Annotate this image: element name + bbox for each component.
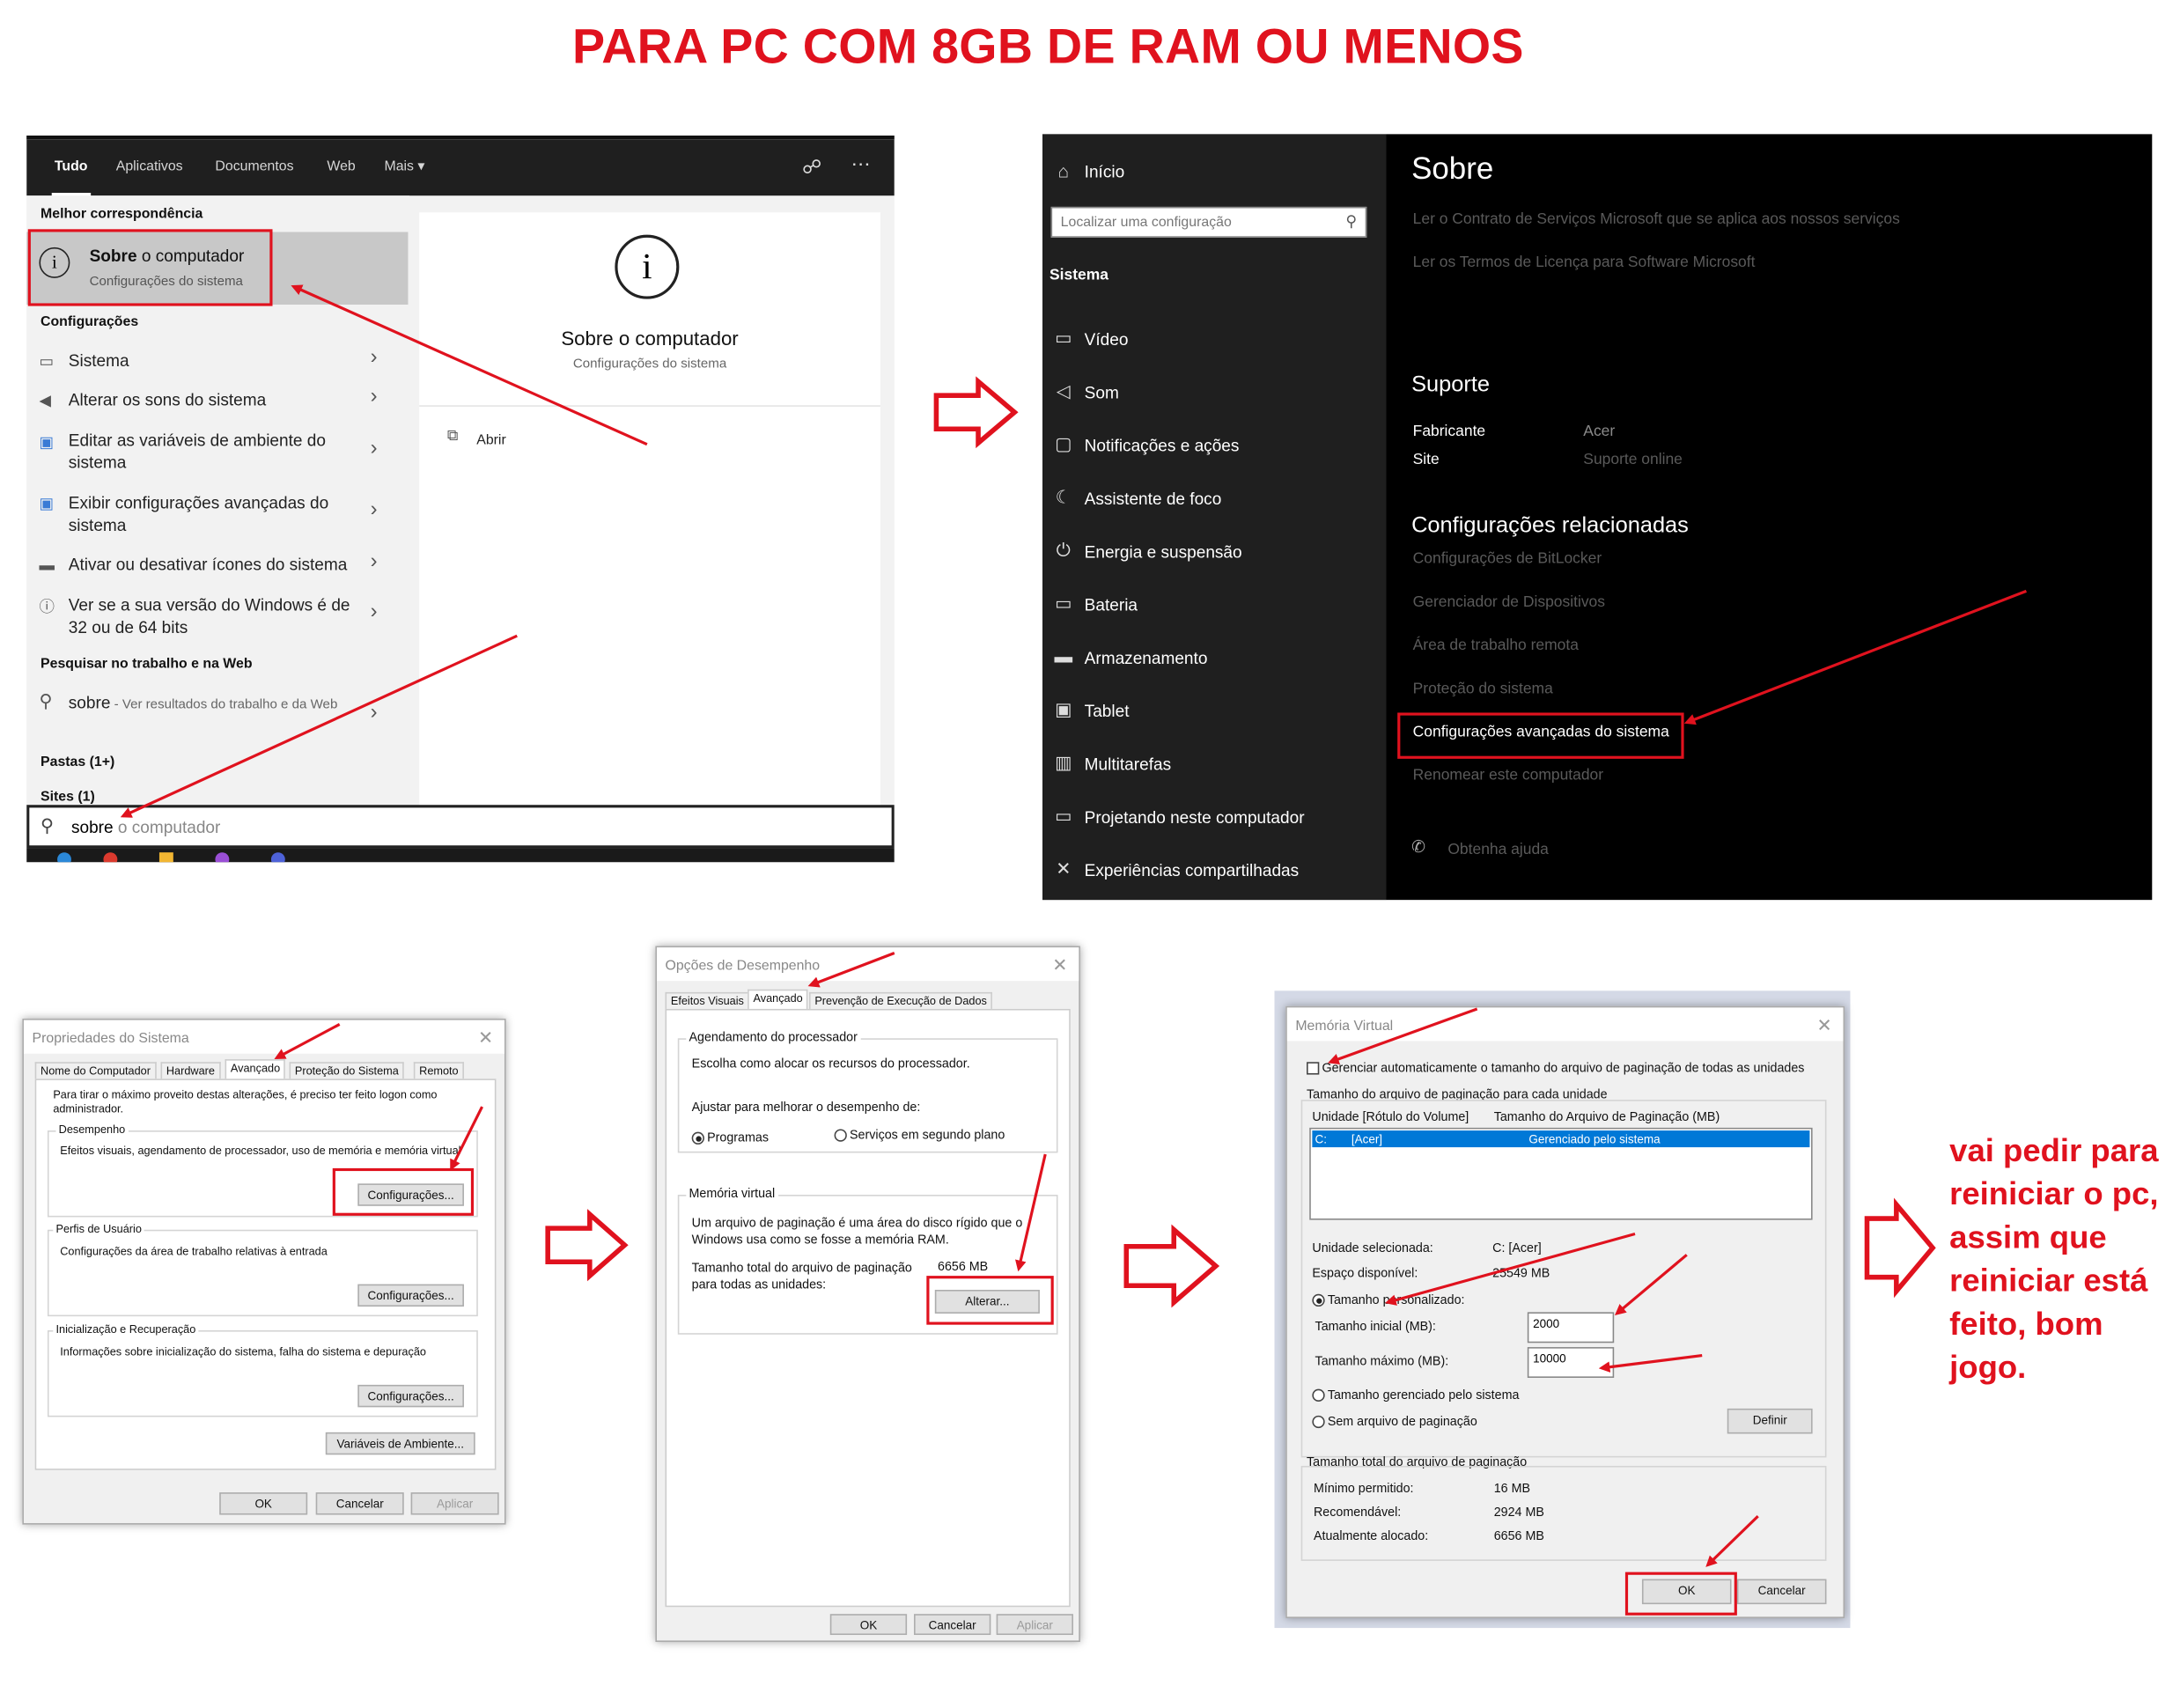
pointer-arrow xyxy=(1385,1232,1636,1306)
step-arrow-icon xyxy=(545,1209,629,1282)
annotation-overlay xyxy=(120,284,2028,1567)
pointer-arrow xyxy=(1683,589,2028,725)
pointer-arrow xyxy=(274,1023,341,1060)
pointer-arrow xyxy=(1705,1514,1759,1567)
pointer-arrow xyxy=(1598,1354,1703,1373)
step-arrow-icon xyxy=(933,376,1019,449)
pointer-arrow xyxy=(291,284,648,446)
pointer-arrow xyxy=(450,1106,484,1171)
step-arrow-icon xyxy=(1123,1224,1220,1308)
tutorial-canvas: PARA PC COM 8GB DE RAM OU MENOS Tudo Apl… xyxy=(0,0,2180,1708)
pointer-arrow xyxy=(807,951,895,988)
pointer-arrow xyxy=(1614,1254,1688,1316)
step-arrow-icon xyxy=(1864,1197,1936,1299)
pointer-arrow xyxy=(1015,1153,1047,1272)
pointer-arrow xyxy=(1328,1007,1478,1065)
pointer-arrow xyxy=(120,634,518,818)
